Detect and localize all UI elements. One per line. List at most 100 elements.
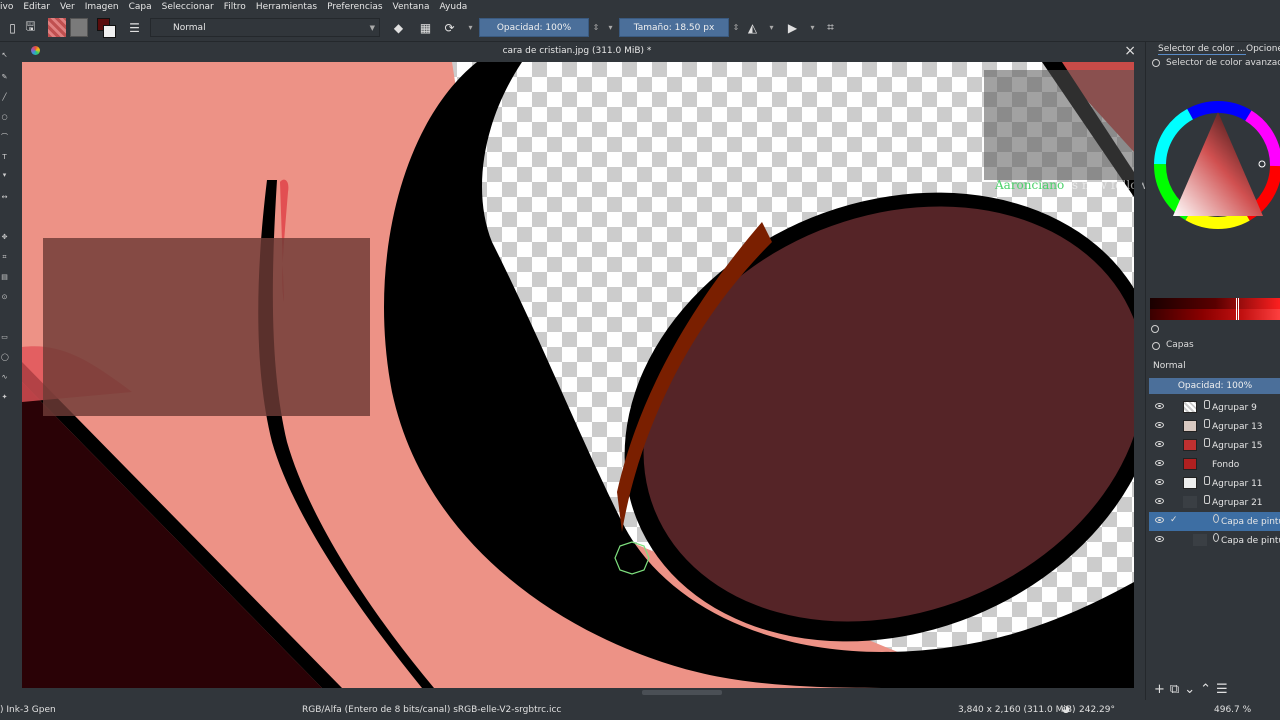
h-scroll-thumb[interactable] — [642, 690, 722, 695]
brush-settings-icon[interactable]: ☰ — [125, 18, 144, 37]
rotation-value[interactable]: 242.29° — [1079, 705, 1115, 715]
eye-icon[interactable] — [1155, 479, 1164, 485]
crop-icon[interactable]: ⌗ — [821, 18, 840, 37]
color-bar-handle[interactable] — [1236, 298, 1239, 320]
layers-blend-value: Normal — [1153, 361, 1186, 371]
tool-ellipse-icon[interactable]: ○ — [1, 114, 8, 121]
artwork — [22, 62, 1134, 688]
tool-transform-icon[interactable]: ↔ — [1, 194, 8, 201]
tool-path-icon[interactable]: ⌒ — [1, 134, 8, 141]
blend-mode-value: Normal — [173, 22, 206, 33]
layer-name: Agrupar 21 — [1212, 498, 1263, 508]
tool-text-icon[interactable]: T — [1, 154, 8, 161]
eye-icon[interactable] — [1155, 498, 1164, 504]
tab-color-selector[interactable]: Selector de color ... — [1158, 44, 1246, 55]
mirror-v-menu-icon[interactable]: ▾ — [803, 18, 822, 37]
layer-thumbnail — [1183, 439, 1197, 451]
layer-row[interactable]: Capa de pintura — [1149, 531, 1280, 550]
more-options-icon[interactable]: ▾ — [461, 18, 480, 37]
menu-imagen[interactable]: Imagen — [80, 2, 124, 12]
layer-row[interactable]: Agrupar 11 — [1149, 474, 1280, 493]
tool-magic-wand-icon[interactable]: ✦ — [1, 394, 8, 401]
horizontal-scrollbar[interactable] — [22, 688, 1134, 698]
tool-lasso-icon[interactable]: ∿ — [1, 374, 8, 381]
opacity-menu-icon[interactable]: ▾ — [601, 18, 620, 37]
eye-icon[interactable] — [1155, 536, 1164, 542]
menu-ayuda[interactable]: Ayuda — [435, 2, 473, 12]
overlay-box — [43, 238, 370, 416]
check-icon[interactable]: ✓ — [1170, 515, 1178, 525]
menu-ver[interactable]: Ver — [55, 2, 80, 12]
layer-row-selected[interactable]: ✓ Capa de pintura — [1149, 512, 1280, 531]
vertical-scrollbar[interactable] — [1134, 62, 1142, 688]
eye-icon[interactable] — [1155, 460, 1164, 466]
tool-rect-select-icon[interactable]: ▭ — [1, 334, 8, 341]
tool-select-icon[interactable]: ↖ — [1, 52, 8, 59]
add-layer-icon[interactable]: + — [1154, 682, 1165, 697]
new-document-icon[interactable]: ▯ — [3, 18, 22, 37]
brush-name[interactable]: ) Ink-3 Gpen — [0, 705, 56, 715]
pattern-picker-icon[interactable] — [70, 18, 88, 37]
eraser-mode-icon[interactable]: ◆ — [389, 18, 408, 37]
opacity-spin-icon[interactable]: ⇕ — [591, 18, 601, 37]
tool-ellipse-select-icon[interactable]: ◯ — [1, 354, 9, 361]
save-icon[interactable]: 🖫 — [21, 18, 40, 37]
layer-menu-icon[interactable]: ☰ — [1216, 682, 1228, 697]
color-wheel[interactable] — [1151, 98, 1280, 233]
eye-icon[interactable] — [1155, 441, 1164, 447]
tool-picker-icon[interactable]: ⊙ — [1, 294, 8, 301]
tool-move-icon[interactable]: ✥ — [1, 234, 8, 241]
tool-crop-icon[interactable]: ⌗ — [1, 254, 8, 261]
move-up-icon[interactable]: ⌃ — [1200, 682, 1211, 697]
menu-archivo[interactable]: ivo — [0, 2, 18, 12]
sv-triangle[interactable] — [1173, 112, 1263, 216]
eye-icon[interactable] — [1155, 517, 1164, 523]
opacity-slider-label: Opacidad: 100% — [496, 22, 572, 33]
gradient-picker-icon[interactable] — [48, 18, 66, 37]
layer-row[interactable]: Agrupar 21 — [1149, 493, 1280, 512]
zoom-value[interactable]: 496.7 % — [1214, 705, 1251, 715]
tool-gradient-icon[interactable]: ▤ — [1, 274, 8, 281]
duplicate-layer-icon[interactable]: ⧉ — [1170, 682, 1179, 697]
paint-layer-icon — [1213, 533, 1219, 542]
size-slider-label: Tamaño: 18.50 px — [633, 22, 715, 33]
menu-capa[interactable]: Capa — [124, 2, 157, 12]
size-spin-icon[interactable]: ⇕ — [731, 18, 741, 37]
menu-filtro[interactable]: Filtro — [219, 2, 251, 12]
fg-bg-color-icon[interactable] — [97, 18, 116, 38]
tab-options[interactable]: Opciones — [1246, 44, 1280, 54]
size-slider[interactable]: Tamaño: 18.50 px — [619, 18, 729, 37]
refresh-icon[interactable] — [1151, 325, 1159, 333]
close-document-button[interactable]: × — [1124, 43, 1136, 59]
group-icon — [1204, 476, 1210, 485]
alpha-lock-icon[interactable]: ▦ — [416, 18, 435, 37]
mirror-h-menu-icon[interactable]: ▾ — [762, 18, 781, 37]
drawing-canvas[interactable] — [22, 62, 1134, 688]
menu-preferencias[interactable]: Preferencias — [322, 2, 387, 12]
menu-ventana[interactable]: Ventana — [388, 2, 435, 12]
tool-line-icon[interactable]: ╱ — [1, 94, 8, 101]
tool-brush-icon[interactable]: ✎ — [1, 74, 8, 81]
layers-blend-select[interactable]: Normal — [1149, 358, 1280, 374]
color-cursor — [1258, 160, 1266, 168]
layer-row[interactable]: Agrupar 13 — [1149, 417, 1280, 436]
settings-icon[interactable] — [1152, 59, 1160, 67]
layers-settings-icon[interactable] — [1152, 342, 1160, 350]
menu-seleccionar[interactable]: Seleccionar — [157, 2, 219, 12]
eye-icon[interactable] — [1155, 403, 1164, 409]
menu-editar[interactable]: Editar — [18, 2, 55, 12]
layers-opacity-slider[interactable]: Opacidad: 100% — [1149, 378, 1280, 394]
opacity-slider[interactable]: Opacidad: 100% — [479, 18, 589, 37]
mirror-horizontal-icon[interactable]: ◭ — [743, 18, 762, 37]
menu-herramientas[interactable]: Herramientas — [251, 2, 322, 12]
tool-fill-icon[interactable]: ▾ — [1, 172, 8, 179]
reload-preset-icon[interactable]: ⟳ — [440, 18, 459, 37]
blend-mode-select[interactable]: Normal ▼ — [150, 18, 380, 37]
layer-row[interactable]: Agrupar 15 — [1149, 436, 1280, 455]
layer-row[interactable]: Fondo — [1149, 455, 1280, 474]
eye-icon[interactable] — [1155, 422, 1164, 428]
color-history-bar[interactable] — [1150, 298, 1280, 320]
mirror-vertical-icon[interactable]: ▶ — [783, 18, 802, 37]
layer-row[interactable]: Agrupar 9 — [1149, 398, 1280, 417]
move-down-icon[interactable]: ⌄ — [1184, 682, 1195, 697]
